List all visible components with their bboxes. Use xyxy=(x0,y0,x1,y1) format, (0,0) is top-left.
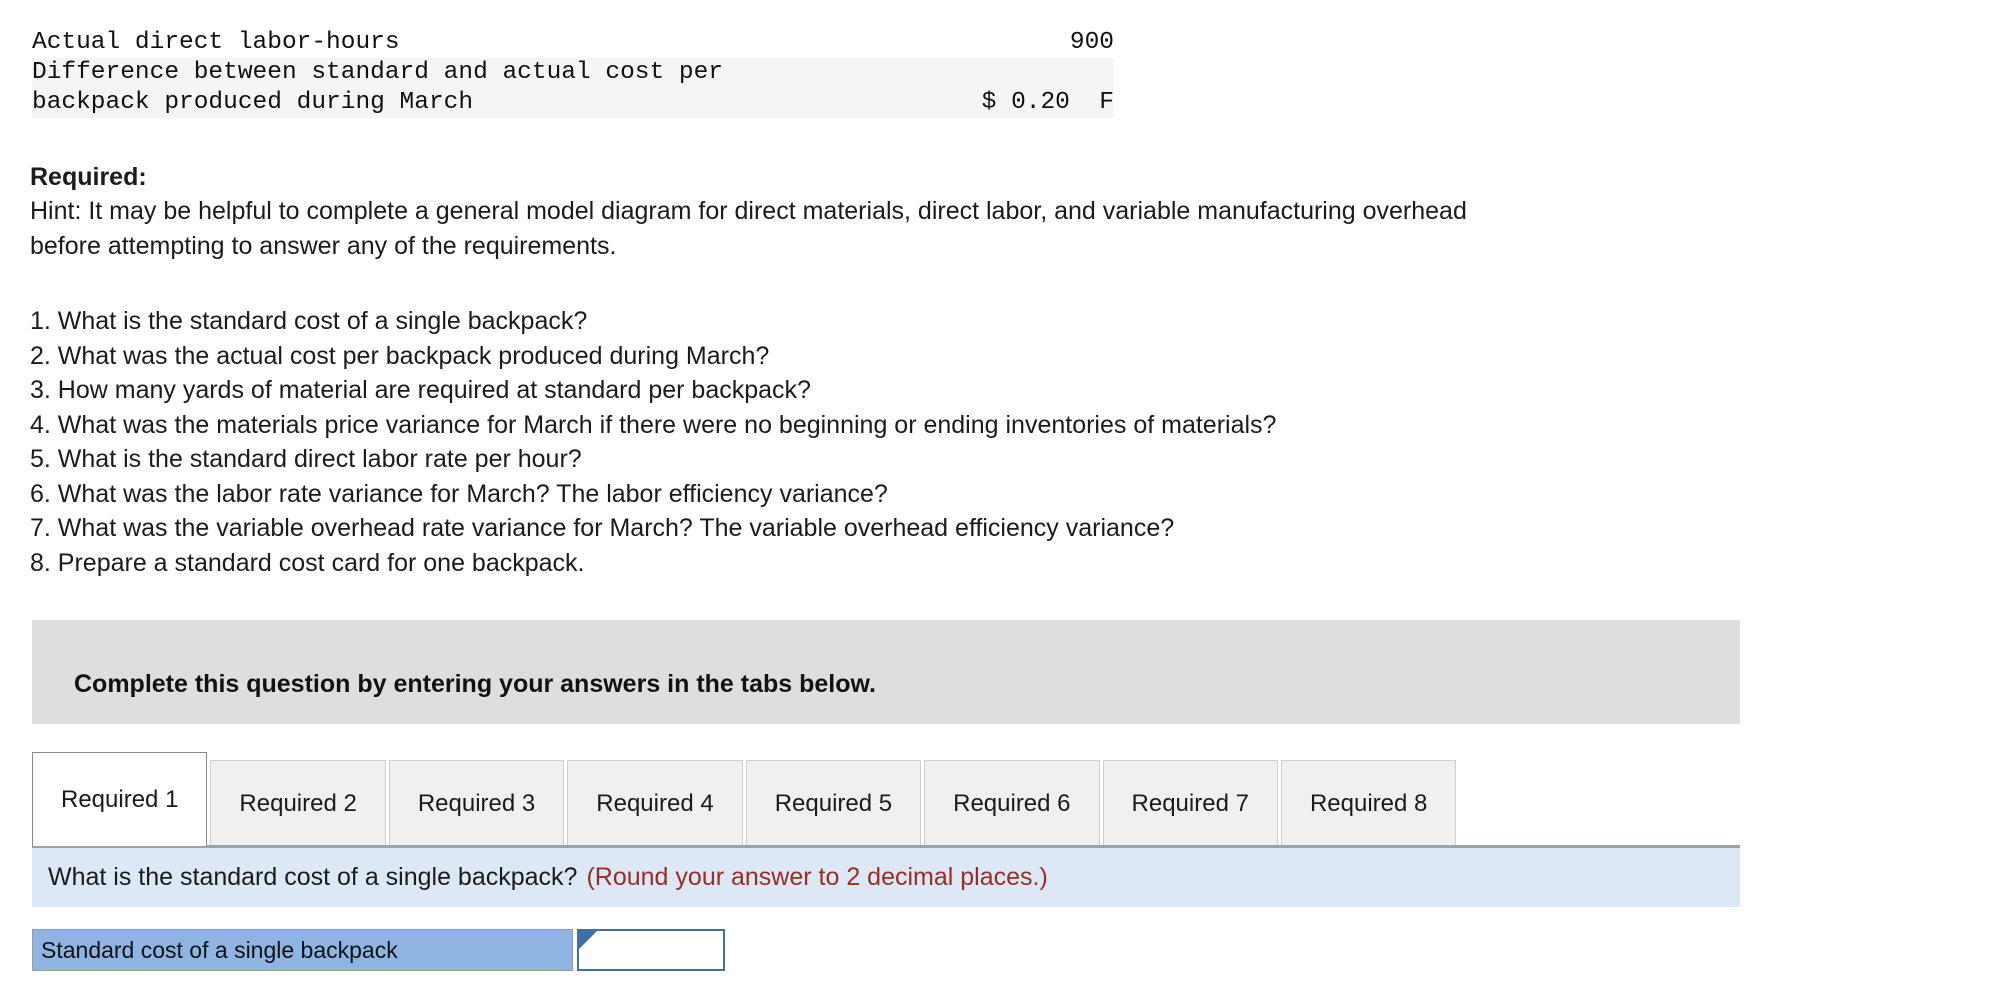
tab-label: Required 4 xyxy=(596,789,714,817)
requirement-item-5: 5. What is the standard direct labor rat… xyxy=(30,445,582,473)
tab-label: Required 7 xyxy=(1131,789,1249,817)
table-cell-label: Difference between standard and actual c… xyxy=(32,58,941,88)
active-question-bar: What is the standard cost of a single ba… xyxy=(32,845,1740,907)
table-cell-label-continued: backpack produced during March xyxy=(32,88,941,118)
tab-label: Required 8 xyxy=(1309,789,1428,817)
answer-input[interactable] xyxy=(579,931,723,969)
tab-required-8[interactable]: Required 8 xyxy=(1280,760,1457,846)
requirement-item-8: 8. Prepare a standard cost card for one … xyxy=(30,548,585,577)
tab-required-6[interactable]: Required 6 xyxy=(924,760,1100,846)
tab-required-3[interactable]: Required 3 xyxy=(388,760,565,846)
active-question-text: What is the standard cost of a single ba… xyxy=(48,863,578,891)
requirement-item-2: 2. What was the actual cost per backpack… xyxy=(30,341,770,370)
answer-label-text: Standard cost of a single backpack xyxy=(41,936,398,963)
table-row: Difference between standard and actual c… xyxy=(32,58,1114,88)
required-section: Required: Hint: It may be helpful to com… xyxy=(30,160,1930,264)
table-cell-value: $ 0.20 F xyxy=(940,88,1114,118)
requirement-item-4: 4. What was the materials price variance… xyxy=(30,410,1277,439)
tab-label: Required 6 xyxy=(953,789,1071,817)
tab-required-7[interactable]: Required 7 xyxy=(1102,760,1278,846)
tab-label: Required 5 xyxy=(774,789,893,817)
answer-input-container[interactable] xyxy=(577,929,725,971)
requirement-item-3: 3. How many yards of material are requir… xyxy=(30,376,811,404)
tab-required-4[interactable]: Required 4 xyxy=(567,760,743,846)
required-heading: Required: xyxy=(30,163,147,191)
tab-label: Required 3 xyxy=(417,789,536,817)
table-row: Actual direct labor-hours 900 xyxy=(32,28,1114,58)
requirements-list: 1. What is the standard cost of a single… xyxy=(30,304,1930,580)
table-row-continuation: backpack produced during March $ 0.20 F xyxy=(32,88,1114,118)
tab-required-1[interactable]: Required 1 xyxy=(32,752,208,846)
tab-label: Required 2 xyxy=(239,789,357,817)
answer-label: Standard cost of a single backpack xyxy=(32,929,573,971)
hint-line-2: before attempting to answer any of the r… xyxy=(30,232,617,260)
tab-required-5[interactable]: Required 5 xyxy=(745,760,922,846)
tab-label: Required 1 xyxy=(61,785,179,813)
requirement-item-1: 1. What is the standard cost of a single… xyxy=(30,307,588,335)
instruction-banner: Complete this question by entering your … xyxy=(32,620,1740,724)
requirement-item-6: 6. What was the labor rate variance for … xyxy=(30,479,888,508)
rounding-note: (Round your answer to 2 decimal places.) xyxy=(586,863,1048,891)
instruction-banner-text: Complete this question by entering your … xyxy=(74,670,876,698)
table-cell-value-empty xyxy=(940,58,1114,88)
table-cell-label: Actual direct labor-hours xyxy=(32,28,941,58)
given-data-table: Actual direct labor-hours 900 Difference… xyxy=(32,28,1114,118)
requirement-item-7: 7. What was the variable overhead rate v… xyxy=(30,514,1175,542)
hint-line-1: Hint: It may be helpful to complete a ge… xyxy=(30,197,1467,225)
tab-required-2[interactable]: Required 2 xyxy=(210,760,386,846)
answer-row: Standard cost of a single backpack xyxy=(32,929,725,971)
table-cell-value: 900 xyxy=(940,28,1114,58)
requirement-tabs: Required 1 Required 2 Required 3 Require… xyxy=(32,752,1459,846)
